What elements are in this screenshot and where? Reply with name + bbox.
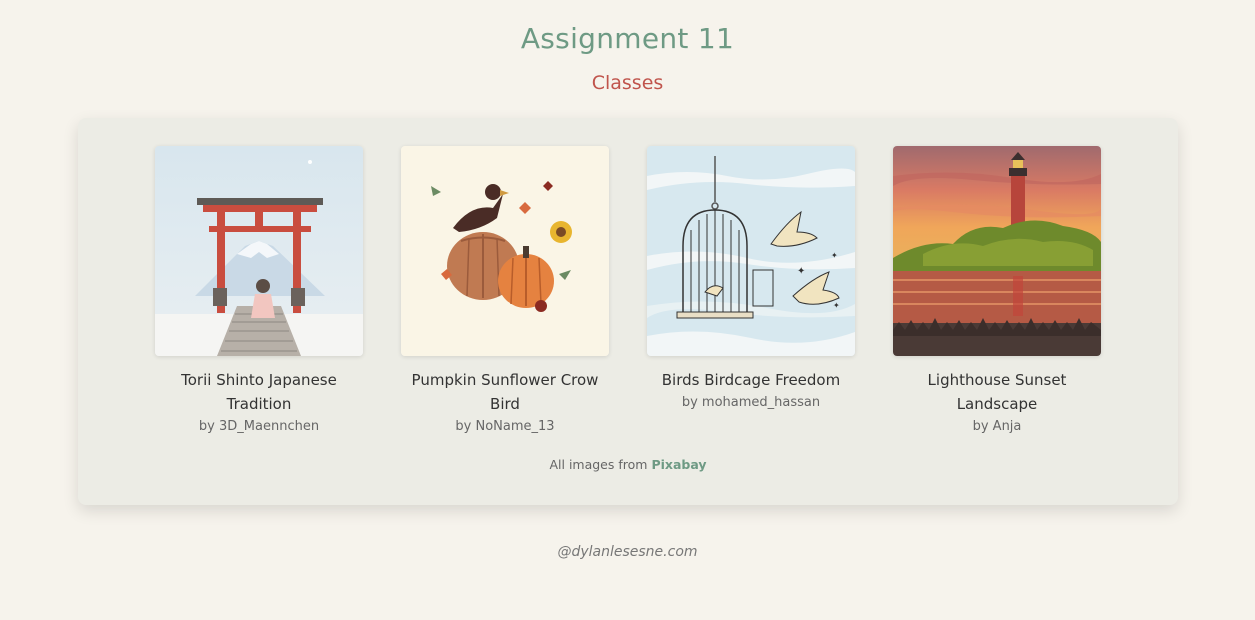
gallery-item-caption: Torii Shinto Japanese Tradition <box>181 371 337 413</box>
gallery-card: Torii Shinto Japanese Tradition by 3D_Ma… <box>78 118 1178 505</box>
svg-text:✦: ✦ <box>831 251 838 260</box>
lighthouse-image[interactable] <box>893 146 1101 356</box>
gallery-item-caption: Birds Birdcage Freedom <box>661 371 841 389</box>
pumpkin-crow-image[interactable] <box>401 146 609 356</box>
svg-text:✦: ✦ <box>833 301 840 310</box>
svg-text:✦: ✦ <box>797 266 805 277</box>
gallery: Torii Shinto Japanese Tradition by 3D_Ma… <box>78 146 1178 446</box>
gallery-item-caption: Pumpkin Sunflower Crow Bird <box>411 371 599 413</box>
gallery-item-lighthouse[interactable]: Lighthouse Sunset Landscape by Anja <box>882 146 1112 438</box>
gallery-item-author: by 3D_Maennchen <box>198 419 320 434</box>
page-title: Assignment 11 <box>520 22 735 55</box>
torii-gate-image[interactable] <box>155 146 363 356</box>
gallery-item-author: by mohamed_hassan <box>681 395 821 410</box>
footer-signature: @dylanlesesne.com <box>557 544 698 560</box>
page-subtitle: Classes <box>591 72 664 94</box>
credit-prefix: All images from <box>549 457 648 472</box>
gallery-item-pumpkin[interactable]: Pumpkin Sunflower Crow Bird by NoName_13 <box>390 146 620 438</box>
image-credit: All images from Pixabay <box>78 457 1178 472</box>
gallery-item-torii[interactable]: Torii Shinto Japanese Tradition by 3D_Ma… <box>144 146 374 438</box>
gallery-item-author: by NoName_13 <box>455 419 555 434</box>
gallery-item-caption: Lighthouse Sunset Landscape <box>927 371 1067 413</box>
gallery-item-birdcage[interactable]: ✦ ✦ ✦ Birds Birdcage Freedom by mohamed_… <box>636 146 866 414</box>
gallery-item-author: by Anja <box>972 419 1022 434</box>
pixabay-link[interactable]: Pixabay <box>651 457 706 472</box>
birdcage-image[interactable]: ✦ ✦ ✦ <box>647 146 855 356</box>
